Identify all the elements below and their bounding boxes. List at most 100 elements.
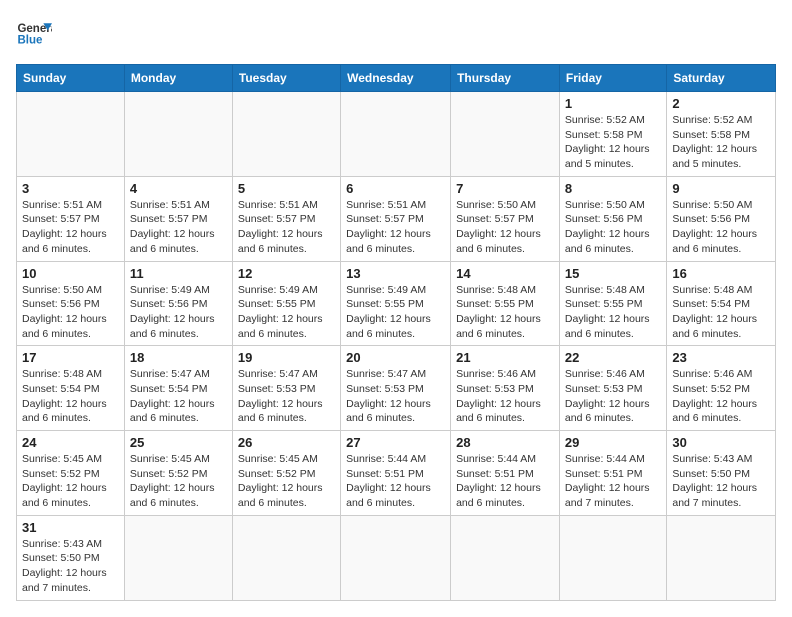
day-number: 11 [130, 266, 227, 281]
day-info: Sunrise: 5:45 AM Sunset: 5:52 PM Dayligh… [130, 452, 227, 511]
calendar-cell [232, 92, 340, 177]
calendar-cell [559, 515, 666, 600]
calendar-cell: 7Sunrise: 5:50 AM Sunset: 5:57 PM Daylig… [451, 176, 560, 261]
day-info: Sunrise: 5:51 AM Sunset: 5:57 PM Dayligh… [22, 198, 119, 257]
day-number: 5 [238, 181, 335, 196]
calendar-cell: 9 Sunrise: 5:50 AM Sunset: 5:56 PM Daylig… [667, 176, 776, 261]
day-number: 24 [22, 435, 119, 450]
calendar-cell: 13Sunrise: 5:49 AM Sunset: 5:55 PM Dayli… [341, 261, 451, 346]
day-number: 1 [565, 96, 661, 111]
day-info: Sunrise: 5:52 AM Sunset: 5:58 PM Dayligh… [672, 113, 770, 172]
day-info: Sunrise: 5:48 AM Sunset: 5:55 PM Dayligh… [456, 283, 554, 342]
calendar-cell [451, 92, 560, 177]
day-info: Sunrise: 5:49 AM Sunset: 5:55 PM Dayligh… [346, 283, 445, 342]
calendar-cell: 14 Sunrise: 5:48 AM Sunset: 5:55 PM Dayli… [451, 261, 560, 346]
calendar-cell: 30Sunrise: 5:43 AM Sunset: 5:50 PM Dayli… [667, 431, 776, 516]
day-header-monday: Monday [124, 65, 232, 92]
calendar-cell: 24 Sunrise: 5:45 AM Sunset: 5:52 PM Dayli… [17, 431, 125, 516]
logo-icon: General Blue [16, 16, 52, 52]
day-header-friday: Friday [559, 65, 666, 92]
day-header-sunday: Sunday [17, 65, 125, 92]
calendar-cell: 27Sunrise: 5:44 AM Sunset: 5:51 PM Dayli… [341, 431, 451, 516]
day-info: Sunrise: 5:48 AM Sunset: 5:54 PM Dayligh… [22, 367, 119, 426]
calendar-week-1: 1 Sunrise: 5:52 AM Sunset: 5:58 PM Daylig… [17, 92, 776, 177]
calendar-cell: 10Sunrise: 5:50 AM Sunset: 5:56 PM Dayli… [17, 261, 125, 346]
day-number: 20 [346, 350, 445, 365]
day-info: Sunrise: 5:46 AM Sunset: 5:52 PM Dayligh… [672, 367, 770, 426]
day-number: 12 [238, 266, 335, 281]
calendar-cell: 23 Sunrise: 5:46 AM Sunset: 5:52 PM Dayli… [667, 346, 776, 431]
calendar-cell: 2 Sunrise: 5:52 AM Sunset: 5:58 PM Daylig… [667, 92, 776, 177]
day-info: Sunrise: 5:46 AM Sunset: 5:53 PM Dayligh… [565, 367, 661, 426]
day-info: Sunrise: 5:47 AM Sunset: 5:53 PM Dayligh… [238, 367, 335, 426]
calendar-week-6: 31 Sunrise: 5:43 AM Sunset: 5:50 PM Dayli… [17, 515, 776, 600]
day-info: Sunrise: 5:45 AM Sunset: 5:52 PM Dayligh… [238, 452, 335, 511]
day-info: Sunrise: 5:46 AM Sunset: 5:53 PM Dayligh… [456, 367, 554, 426]
day-number: 8 [565, 181, 661, 196]
day-info: Sunrise: 5:45 AM Sunset: 5:52 PM Dayligh… [22, 452, 119, 511]
calendar-cell: 5Sunrise: 5:51 AM Sunset: 5:57 PM Daylig… [232, 176, 340, 261]
logo: General Blue [16, 16, 52, 52]
calendar-cell: 18Sunrise: 5:47 AM Sunset: 5:54 PM Dayli… [124, 346, 232, 431]
day-info: Sunrise: 5:52 AM Sunset: 5:58 PM Dayligh… [565, 113, 661, 172]
calendar-cell: 20Sunrise: 5:47 AM Sunset: 5:53 PM Dayli… [341, 346, 451, 431]
calendar-cell: 17 Sunrise: 5:48 AM Sunset: 5:54 PM Dayli… [17, 346, 125, 431]
day-number: 25 [130, 435, 227, 450]
calendar-week-3: 10Sunrise: 5:50 AM Sunset: 5:56 PM Dayli… [17, 261, 776, 346]
day-number: 18 [130, 350, 227, 365]
day-number: 27 [346, 435, 445, 450]
calendar-cell [124, 92, 232, 177]
day-number: 6 [346, 181, 445, 196]
day-info: Sunrise: 5:48 AM Sunset: 5:55 PM Dayligh… [565, 283, 661, 342]
calendar-cell [341, 92, 451, 177]
day-number: 2 [672, 96, 770, 111]
day-info: Sunrise: 5:43 AM Sunset: 5:50 PM Dayligh… [22, 537, 119, 596]
page-header: General Blue [16, 16, 776, 52]
calendar-cell: 16Sunrise: 5:48 AM Sunset: 5:54 PM Dayli… [667, 261, 776, 346]
calendar-cell [451, 515, 560, 600]
day-number: 10 [22, 266, 119, 281]
day-header-row: SundayMondayTuesdayWednesdayThursdayFrid… [17, 65, 776, 92]
calendar-cell: 3 Sunrise: 5:51 AM Sunset: 5:57 PM Daylig… [17, 176, 125, 261]
calendar-week-4: 17 Sunrise: 5:48 AM Sunset: 5:54 PM Dayli… [17, 346, 776, 431]
day-number: 9 [672, 181, 770, 196]
calendar-cell: 6 Sunrise: 5:51 AM Sunset: 5:57 PM Daylig… [341, 176, 451, 261]
day-info: Sunrise: 5:50 AM Sunset: 5:56 PM Dayligh… [565, 198, 661, 257]
day-info: Sunrise: 5:50 AM Sunset: 5:56 PM Dayligh… [672, 198, 770, 257]
calendar-body: 1 Sunrise: 5:52 AM Sunset: 5:58 PM Daylig… [17, 92, 776, 601]
day-info: Sunrise: 5:44 AM Sunset: 5:51 PM Dayligh… [456, 452, 554, 511]
calendar-cell: 11 Sunrise: 5:49 AM Sunset: 5:56 PM Dayli… [124, 261, 232, 346]
calendar-cell: 1 Sunrise: 5:52 AM Sunset: 5:58 PM Daylig… [559, 92, 666, 177]
day-info: Sunrise: 5:44 AM Sunset: 5:51 PM Dayligh… [565, 452, 661, 511]
calendar-header: SundayMondayTuesdayWednesdayThursdayFrid… [17, 65, 776, 92]
calendar-cell: 29Sunrise: 5:44 AM Sunset: 5:51 PM Dayli… [559, 431, 666, 516]
day-info: Sunrise: 5:51 AM Sunset: 5:57 PM Dayligh… [130, 198, 227, 257]
day-number: 3 [22, 181, 119, 196]
day-number: 7 [456, 181, 554, 196]
calendar-cell: 21Sunrise: 5:46 AM Sunset: 5:53 PM Dayli… [451, 346, 560, 431]
day-number: 31 [22, 520, 119, 535]
day-number: 19 [238, 350, 335, 365]
calendar-cell: 8 Sunrise: 5:50 AM Sunset: 5:56 PM Daylig… [559, 176, 666, 261]
day-info: Sunrise: 5:51 AM Sunset: 5:57 PM Dayligh… [346, 198, 445, 257]
day-number: 17 [22, 350, 119, 365]
day-number: 28 [456, 435, 554, 450]
calendar-cell [341, 515, 451, 600]
calendar-cell: 26 Sunrise: 5:45 AM Sunset: 5:52 PM Dayli… [232, 431, 340, 516]
day-number: 23 [672, 350, 770, 365]
day-number: 14 [456, 266, 554, 281]
day-info: Sunrise: 5:49 AM Sunset: 5:55 PM Dayligh… [238, 283, 335, 342]
calendar-cell: 4Sunrise: 5:51 AM Sunset: 5:57 PM Daylig… [124, 176, 232, 261]
day-info: Sunrise: 5:43 AM Sunset: 5:50 PM Dayligh… [672, 452, 770, 511]
calendar-cell: 31 Sunrise: 5:43 AM Sunset: 5:50 PM Dayli… [17, 515, 125, 600]
day-number: 26 [238, 435, 335, 450]
day-number: 16 [672, 266, 770, 281]
day-info: Sunrise: 5:49 AM Sunset: 5:56 PM Dayligh… [130, 283, 227, 342]
calendar-cell: 15 Sunrise: 5:48 AM Sunset: 5:55 PM Dayli… [559, 261, 666, 346]
day-number: 22 [565, 350, 661, 365]
calendar-cell [232, 515, 340, 600]
calendar-cell: 12 Sunrise: 5:49 AM Sunset: 5:55 PM Dayli… [232, 261, 340, 346]
day-number: 15 [565, 266, 661, 281]
calendar-cell [124, 515, 232, 600]
calendar-cell: 25 Sunrise: 5:45 AM Sunset: 5:52 PM Dayli… [124, 431, 232, 516]
